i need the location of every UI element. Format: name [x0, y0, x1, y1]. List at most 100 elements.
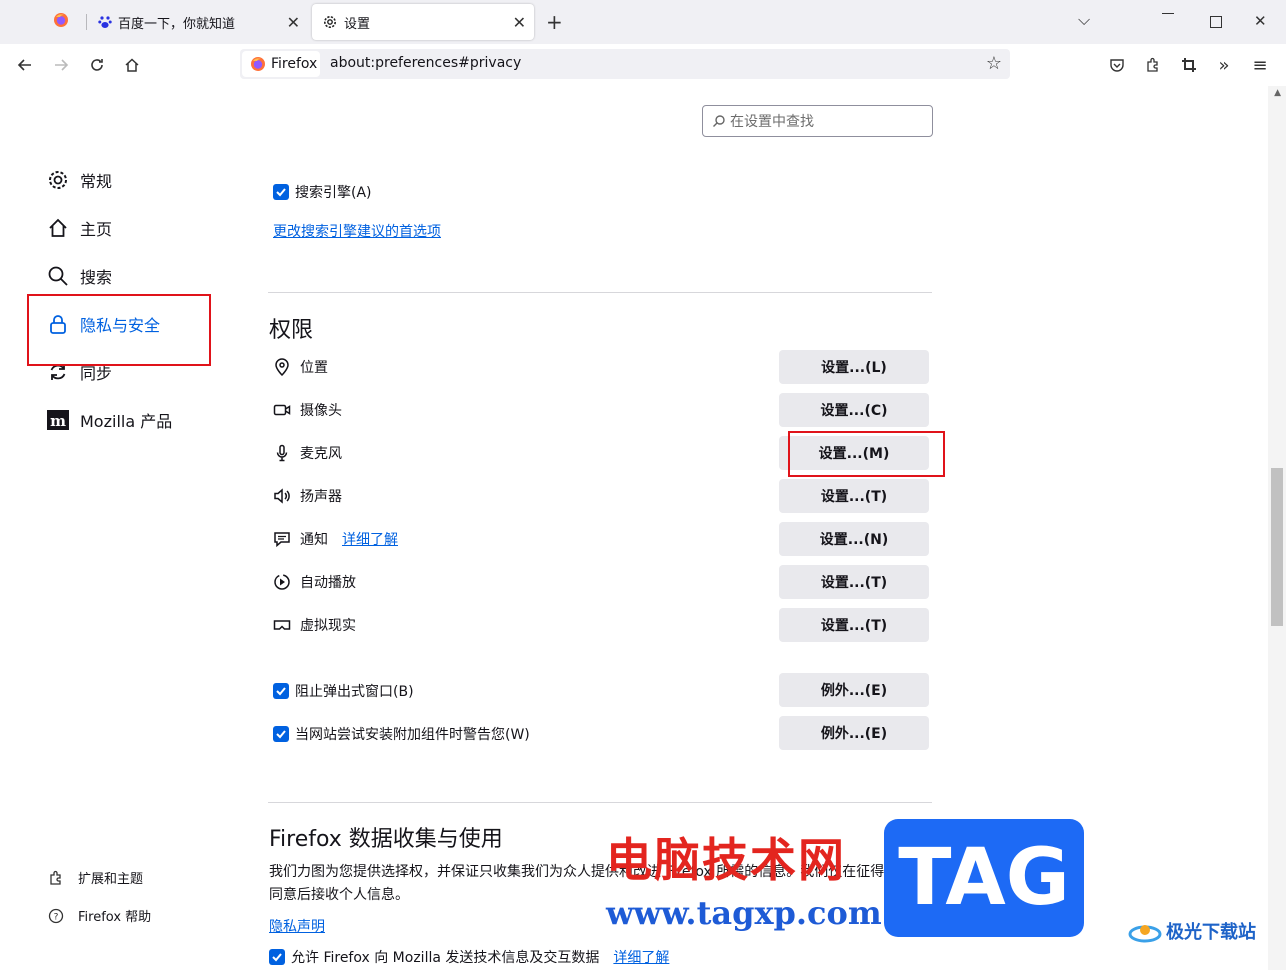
checkbox-checked[interactable]	[273, 683, 289, 699]
telemetry-row[interactable]: 允许 Firefox 向 Mozilla 发送技术信息及交互数据 详细了解	[269, 947, 669, 967]
tab-settings[interactable]: 设置 ✕	[312, 4, 534, 40]
maximize-button[interactable]	[1210, 16, 1222, 28]
close-tab-icon[interactable]: ✕	[287, 13, 300, 32]
checkbox-checked[interactable]	[269, 949, 285, 965]
puzzle-icon	[48, 870, 64, 886]
close-window-button[interactable]: ✕	[1254, 12, 1267, 30]
sidebar-item-general[interactable]: 常规	[46, 168, 112, 192]
notifications-learn-more-link[interactable]: 详细了解	[342, 529, 398, 549]
change-search-prefs-link-row: 更改搜索引擎建议的首选项	[273, 221, 441, 241]
vr-icon	[272, 615, 292, 635]
permission-row-location: 位置	[272, 357, 328, 377]
addon-exceptions-button[interactable]: 例外...(E)	[779, 716, 929, 750]
nav-bar: Firefox about:preferences#privacy ☆ » ≡	[0, 44, 1286, 87]
permission-row-autoplay: 自动播放	[272, 572, 356, 592]
vr-settings-button[interactable]: 设置...(T)	[779, 608, 929, 642]
url-text[interactable]: about:preferences#privacy	[330, 55, 521, 71]
permission-row-speaker: 扬声器	[272, 486, 342, 506]
block-popups-row[interactable]: 阻止弹出式窗口(B)	[273, 681, 414, 701]
list-all-tabs-chevron-icon[interactable]: ⌵	[1078, 10, 1090, 30]
autoplay-icon	[272, 572, 292, 592]
watermark-badge-text: TAG	[898, 833, 1070, 923]
bookmark-star-icon[interactable]: ☆	[986, 53, 1002, 74]
home-icon	[46, 216, 70, 240]
extensions-button[interactable]	[1141, 53, 1165, 77]
search-engine-checkbox-row[interactable]: 搜索引擎(A)	[273, 182, 372, 202]
pocket-button[interactable]	[1105, 53, 1129, 77]
tab-baidu[interactable]: 百度一下，你就知道 ✕	[90, 4, 308, 40]
sidebar-extensions-themes[interactable]: 扩展和主题	[48, 868, 143, 887]
search-input[interactable]: 在设置中查找	[730, 111, 814, 131]
location-settings-button[interactable]: 设置...(L)	[779, 350, 929, 384]
privacy-notice-link[interactable]: 隐私声明	[269, 919, 325, 935]
home-button[interactable]	[120, 53, 144, 77]
forward-button[interactable]	[49, 53, 73, 77]
arrow-right-icon	[55, 59, 69, 71]
tab-title: 百度一下，你就知道	[118, 16, 236, 32]
sidebar-item-label: Mozilla 产品	[80, 412, 173, 431]
arrow-left-icon	[17, 59, 31, 71]
privacy-notice-link-row: 隐私声明	[269, 916, 325, 936]
checkbox-checked[interactable]	[273, 184, 289, 200]
notifications-settings-button[interactable]: 设置...(N)	[779, 522, 929, 556]
reload-icon	[91, 59, 103, 71]
identity-label: Firefox	[271, 56, 318, 72]
crop-icon	[1182, 58, 1196, 72]
gear-icon	[46, 168, 70, 192]
sidebar-footer-label: Firefox 帮助	[78, 910, 152, 925]
screenshot-button[interactable]	[1177, 53, 1201, 77]
autoplay-settings-button[interactable]: 设置...(T)	[779, 565, 929, 599]
settings-search-box[interactable]: 在设置中查找	[702, 105, 933, 137]
permissions-heading: 权限	[269, 318, 314, 343]
search-engine-checkbox-label: 搜索引擎(A)	[295, 185, 372, 201]
permission-label: 自动播放	[300, 575, 356, 591]
camera-icon	[272, 400, 292, 420]
permission-label: 摄像头	[300, 403, 342, 419]
permission-label: 位置	[300, 360, 328, 376]
url-bar[interactable]: Firefox about:preferences#privacy ☆	[240, 49, 1010, 79]
sidebar-footer-label: 扩展和主题	[78, 872, 144, 887]
speaker-settings-button[interactable]: 设置...(T)	[779, 479, 929, 513]
watermark-site-name: 极光下载站	[1166, 922, 1256, 943]
checkbox-checked[interactable]	[273, 726, 289, 742]
permission-row-vr: 虚拟现实	[272, 615, 356, 635]
sidebar-item-mozilla-products[interactable]: m Mozilla 产品	[46, 408, 172, 432]
tab-strip: 百度一下，你就知道 ✕ 设置 ✕ + ⌵ ✕	[0, 0, 1286, 44]
scrollbar[interactable]: ▲	[1268, 86, 1286, 970]
overflow-button[interactable]: »	[1212, 53, 1236, 77]
warn-addons-row[interactable]: 当网站尝试安装附加组件时警告您(W)	[273, 724, 530, 744]
app-menu-button[interactable]: ≡	[1248, 53, 1272, 77]
sidebar-item-label: 搜索	[80, 268, 113, 287]
popup-exceptions-button[interactable]: 例外...(E)	[779, 673, 929, 707]
home-icon	[125, 58, 139, 72]
baidu-paw-icon	[98, 15, 112, 29]
sidebar-item-search[interactable]: 搜索	[46, 264, 112, 288]
close-tab-icon[interactable]: ✕	[513, 13, 526, 32]
change-search-prefs-link[interactable]: 更改搜索引擎建议的首选项	[273, 221, 441, 241]
hamburger-menu-icon: ≡	[1252, 54, 1268, 76]
new-tab-button[interactable]: +	[546, 10, 563, 34]
sidebar-item-label: 常规	[80, 172, 113, 191]
identity-box[interactable]: Firefox	[242, 51, 320, 77]
puzzle-icon	[1147, 57, 1158, 72]
search-icon	[712, 114, 726, 128]
warn-addons-label: 当网站尝试安装附加组件时警告您(W)	[295, 727, 530, 743]
back-button[interactable]	[13, 53, 37, 77]
camera-settings-button[interactable]: 设置...(C)	[779, 393, 929, 427]
watermark-text: 电脑技术网	[606, 833, 846, 887]
reload-button[interactable]	[85, 53, 109, 77]
tab-firefox[interactable]	[38, 4, 84, 40]
location-icon	[272, 357, 292, 377]
permission-row-microphone: 麦克风	[272, 443, 342, 463]
telemetry-learn-more-link[interactable]: 详细了解	[613, 947, 669, 967]
firefox-icon	[250, 56, 266, 72]
minimize-button[interactable]	[1162, 13, 1174, 14]
sidebar-item-home[interactable]: 主页	[46, 216, 112, 240]
telemetry-label: 允许 Firefox 向 Mozilla 发送技术信息及交互数据	[291, 950, 600, 966]
highlight-box-privacy	[27, 294, 211, 366]
sidebar-firefox-help[interactable]: ? Firefox 帮助	[48, 906, 151, 925]
section-divider	[268, 802, 932, 803]
pocket-icon	[1110, 59, 1124, 72]
scroll-up-icon[interactable]: ▲	[1274, 88, 1281, 98]
scrollbar-thumb[interactable]	[1271, 468, 1283, 626]
